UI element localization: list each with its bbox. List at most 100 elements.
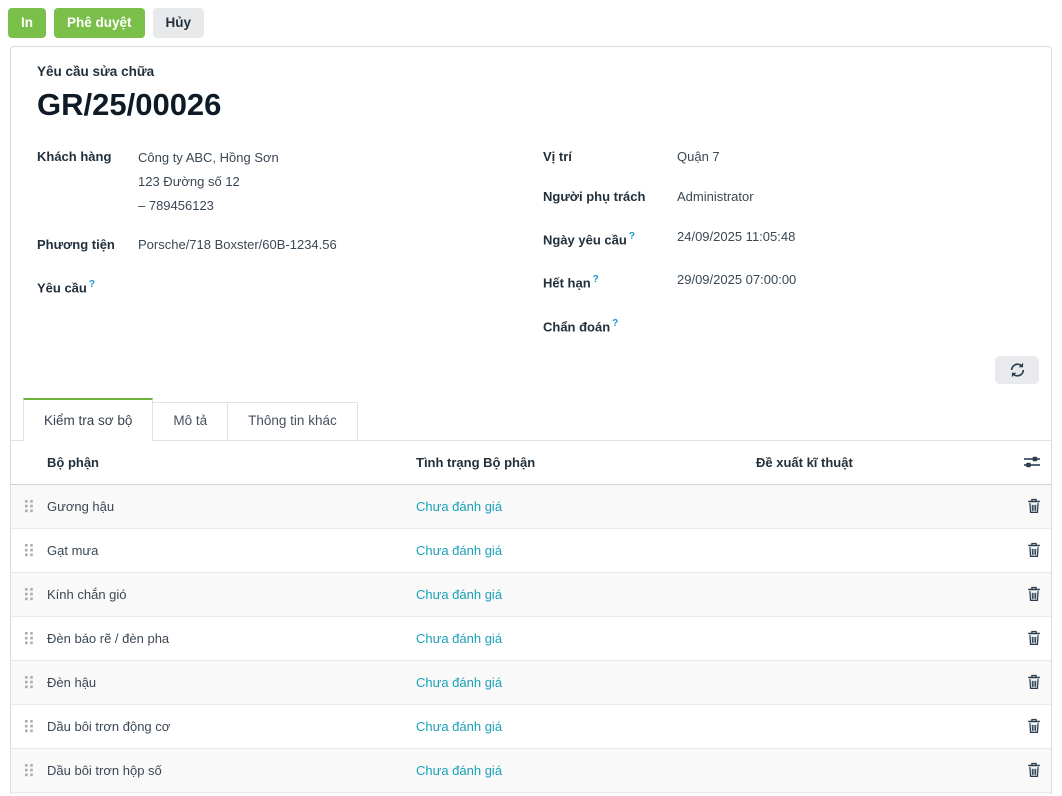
drag-handle[interactable] <box>11 719 47 733</box>
sliders-icon <box>1023 455 1041 469</box>
drag-handle-icon <box>24 543 34 557</box>
customer-phone: – 789456123 <box>138 194 279 218</box>
customer-name[interactable]: Công ty ABC, Hồng Sơn <box>138 146 279 170</box>
trash-icon <box>1027 718 1041 734</box>
print-button[interactable]: In <box>8 8 46 38</box>
field-request-date: Ngày yêu cầu? 24/09/2025 11:05:48 <box>543 226 1025 250</box>
drag-handle[interactable] <box>11 499 47 513</box>
delete-row-button[interactable] <box>1005 718 1051 734</box>
delete-row-button[interactable] <box>1005 586 1051 602</box>
vehicle-label: Phương tiện <box>37 234 138 255</box>
drag-handle[interactable] <box>11 675 47 689</box>
request-date-value[interactable]: 24/09/2025 11:05:48 <box>677 226 795 250</box>
help-icon[interactable]: ? <box>89 279 95 290</box>
drag-handle-icon <box>24 675 34 689</box>
field-vehicle: Phương tiện Porsche/718 Boxster/60B-1234… <box>37 234 519 255</box>
field-customer: Khách hàng Công ty ABC, Hồng Sơn 123 Đườ… <box>37 146 519 218</box>
status-link[interactable]: Chưa đánh giá <box>416 763 502 778</box>
cancel-button[interactable]: Hủy <box>153 8 205 38</box>
drag-handle[interactable] <box>11 631 47 645</box>
drag-handle-icon <box>24 499 34 513</box>
table-header-row: Bộ phận Tình trạng Bộ phận Đề xuất kĩ th… <box>11 441 1051 485</box>
delete-row-button[interactable] <box>1005 542 1051 558</box>
trash-icon <box>1027 586 1041 602</box>
customer-street: 123 Đường số 12 <box>138 170 279 194</box>
header-suggestion: Đề xuất kĩ thuật <box>756 455 1005 470</box>
optional-columns-button[interactable] <box>1005 455 1051 469</box>
drag-handle-icon <box>24 719 34 733</box>
trash-icon <box>1027 674 1041 690</box>
table-row[interactable]: Dầu bôi trơn động cơ Chưa đánh giá <box>11 705 1051 749</box>
table-row[interactable]: Đèn báo rẽ / đèn pha Chưa đánh giá <box>11 617 1051 661</box>
field-request: Yêu cầu? <box>37 274 519 298</box>
vehicle-value[interactable]: Porsche/718 Boxster/60B-1234.56 <box>138 234 337 255</box>
field-assignee: Người phụ trách Administrator <box>543 186 1025 207</box>
drag-handle[interactable] <box>11 587 47 601</box>
status-link[interactable]: Chưa đánh giá <box>416 675 502 690</box>
drag-handle[interactable] <box>11 543 47 557</box>
diagnosis-label: Chẩn đoán? <box>543 313 677 337</box>
next-row-partial <box>11 793 1051 794</box>
part-name[interactable]: Kính chắn gió <box>47 587 416 602</box>
page-title: GR/25/00026 <box>37 86 1025 124</box>
refresh-row <box>11 356 1051 384</box>
location-label: Vị trí <box>543 146 677 167</box>
part-name[interactable]: Gương hậu <box>47 499 416 514</box>
document-type-label: Yêu cầu sửa chữa <box>37 64 1025 79</box>
field-location: Vị trí Quận 7 <box>543 146 1025 167</box>
status-link[interactable]: Chưa đánh giá <box>416 543 502 558</box>
request-label: Yêu cầu? <box>37 274 138 298</box>
location-value[interactable]: Quận 7 <box>677 146 720 167</box>
field-diagnosis: Chẩn đoán? <box>543 313 1025 337</box>
approve-button[interactable]: Phê duyệt <box>54 8 145 38</box>
delete-row-button[interactable] <box>1005 674 1051 690</box>
checklist-table: Bộ phận Tình trạng Bộ phận Đề xuất kĩ th… <box>11 441 1051 794</box>
field-group-right: Vị trí Quận 7 Người phụ trách Administra… <box>543 146 1025 356</box>
tab-mo-ta[interactable]: Mô tả <box>152 402 228 440</box>
trash-icon <box>1027 542 1041 558</box>
refresh-icon <box>1009 362 1026 378</box>
part-name[interactable]: Gạt mưa <box>47 543 416 558</box>
status-link[interactable]: Chưa đánh giá <box>416 631 502 646</box>
notebook-tabs: Kiểm tra sơ bộ Mô tả Thông tin khác <box>11 398 1051 441</box>
customer-value[interactable]: Công ty ABC, Hồng Sơn 123 Đường số 12 – … <box>138 146 279 218</box>
delete-row-button[interactable] <box>1005 498 1051 514</box>
delete-row-button[interactable] <box>1005 630 1051 646</box>
table-row[interactable]: Kính chắn gió Chưa đánh giá <box>11 573 1051 617</box>
assignee-label: Người phụ trách <box>543 186 677 207</box>
field-groups: Khách hàng Công ty ABC, Hồng Sơn 123 Đườ… <box>37 146 1025 356</box>
help-icon[interactable]: ? <box>593 274 599 285</box>
deadline-label: Hết hạn? <box>543 269 677 293</box>
table-row[interactable]: Dầu bôi trơn hộp số Chưa đánh giá <box>11 749 1051 793</box>
part-name[interactable]: Dầu bôi trơn động cơ <box>47 719 416 734</box>
table-row[interactable]: Gương hậu Chưa đánh giá <box>11 485 1051 529</box>
request-date-label: Ngày yêu cầu? <box>543 226 677 250</box>
table-row[interactable]: Đèn hậu Chưa đánh giá <box>11 661 1051 705</box>
part-name[interactable]: Dầu bôi trơn hộp số <box>47 763 416 778</box>
part-name[interactable]: Đèn báo rẽ / đèn pha <box>47 631 416 646</box>
part-name[interactable]: Đèn hậu <box>47 675 416 690</box>
refresh-button[interactable] <box>995 356 1039 384</box>
tab-thong-tin-khac[interactable]: Thông tin khác <box>227 402 358 440</box>
statusbar: In Phê duyệt Hủy <box>0 0 1062 46</box>
trash-icon <box>1027 762 1041 778</box>
tab-kiem-tra-so-bo[interactable]: Kiểm tra sơ bộ <box>23 398 153 441</box>
customer-label: Khách hàng <box>37 146 138 218</box>
header-part: Bộ phận <box>47 455 416 470</box>
drag-handle-icon <box>24 587 34 601</box>
field-group-left: Khách hàng Công ty ABC, Hồng Sơn 123 Đườ… <box>37 146 519 356</box>
table-row[interactable]: Gạt mưa Chưa đánh giá <box>11 529 1051 573</box>
assignee-value[interactable]: Administrator <box>677 186 754 207</box>
deadline-value[interactable]: 29/09/2025 07:00:00 <box>677 269 796 293</box>
drag-handle[interactable] <box>11 763 47 777</box>
trash-icon <box>1027 630 1041 646</box>
delete-row-button[interactable] <box>1005 762 1051 778</box>
status-link[interactable]: Chưa đánh giá <box>416 587 502 602</box>
trash-icon <box>1027 498 1041 514</box>
status-link[interactable]: Chưa đánh giá <box>416 499 502 514</box>
help-icon[interactable]: ? <box>612 318 618 329</box>
header-status: Tình trạng Bộ phận <box>416 455 756 470</box>
help-icon[interactable]: ? <box>629 231 635 242</box>
drag-handle-icon <box>24 763 34 777</box>
status-link[interactable]: Chưa đánh giá <box>416 719 502 734</box>
